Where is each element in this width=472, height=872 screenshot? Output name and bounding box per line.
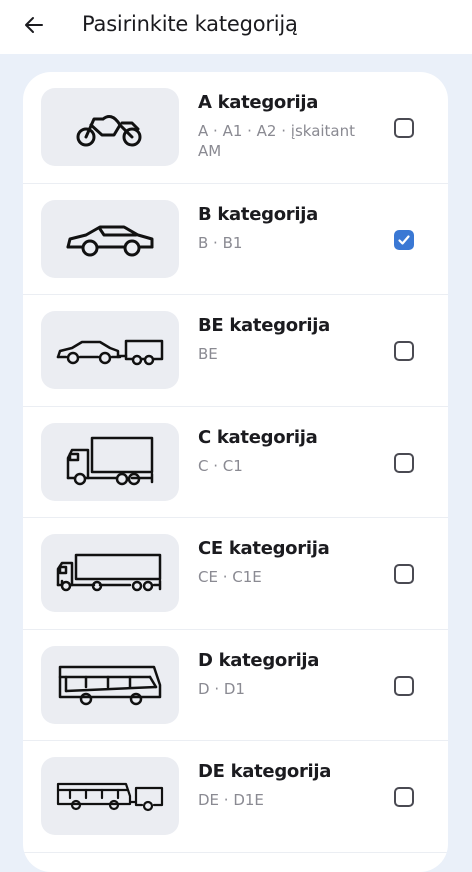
category-subcategories: D · D1 — [198, 679, 245, 698]
page-title: Pasirinkite kategoriją — [82, 12, 298, 36]
motorcycle-icon — [76, 115, 142, 147]
category-name: CE kategorija — [198, 538, 330, 559]
category-thumbnail — [41, 534, 179, 612]
category-checkbox[interactable] — [394, 787, 414, 807]
category-name: DE kategorija — [198, 761, 332, 782]
bus-icon — [58, 665, 162, 705]
category-checkbox[interactable] — [394, 118, 414, 138]
category-row-be[interactable]: BE kategorija BE — [23, 295, 448, 407]
category-row-b[interactable]: B kategorija B · B1 — [23, 184, 448, 295]
truck-trailer-icon — [56, 553, 162, 592]
category-subcategories: A · A1 · A2 · įskaitant AM — [198, 122, 356, 160]
category-subcategories: B · B1 — [198, 233, 243, 252]
check-icon — [398, 234, 410, 245]
category-thumbnail — [41, 199, 179, 278]
category-checkbox-checked[interactable] — [394, 229, 414, 250]
category-name: B kategorija — [198, 203, 318, 225]
category-name: C kategorija — [198, 426, 318, 448]
car-icon — [66, 225, 154, 256]
truck-icon — [66, 436, 154, 485]
category-name: BE kategorija — [198, 315, 330, 336]
category-checkbox[interactable] — [394, 341, 414, 361]
category-checkbox[interactable] — [394, 675, 414, 696]
bus-trailer-icon — [56, 782, 164, 812]
top-app-bar: Pasirinkite kategoriją — [0, 0, 472, 54]
category-name: A kategorija — [198, 92, 319, 113]
arrow-left-icon[interactable] — [22, 13, 46, 37]
category-thumbnail — [41, 645, 179, 724]
category-thumbnail — [41, 757, 179, 835]
category-row-c[interactable]: C kategorija C · C1 — [23, 407, 448, 518]
category-subcategories: CE · C1E — [198, 568, 262, 586]
category-checkbox[interactable] — [394, 564, 414, 584]
category-row-de[interactable]: DE kategorija DE · D1E — [23, 741, 448, 853]
category-thumbnail — [41, 311, 179, 389]
category-row-d[interactable]: D kategorija D · D1 — [23, 630, 448, 741]
category-subcategories: C · C1 — [198, 456, 243, 475]
category-checkbox[interactable] — [394, 452, 414, 473]
category-row-a[interactable]: A kategorija A · A1 · A2 · įskaitant AM — [23, 72, 448, 184]
category-list: A kategorija A · A1 · A2 · įskaitant AM … — [23, 72, 448, 872]
category-subcategories: DE · D1E — [198, 791, 264, 809]
car-trailer-icon — [56, 339, 164, 366]
category-thumbnail — [41, 422, 179, 501]
category-name: D kategorija — [198, 649, 320, 671]
category-row-ce[interactable]: CE kategorija CE · C1E — [23, 518, 448, 630]
category-subcategories: BE — [198, 345, 218, 363]
category-thumbnail — [41, 88, 179, 166]
